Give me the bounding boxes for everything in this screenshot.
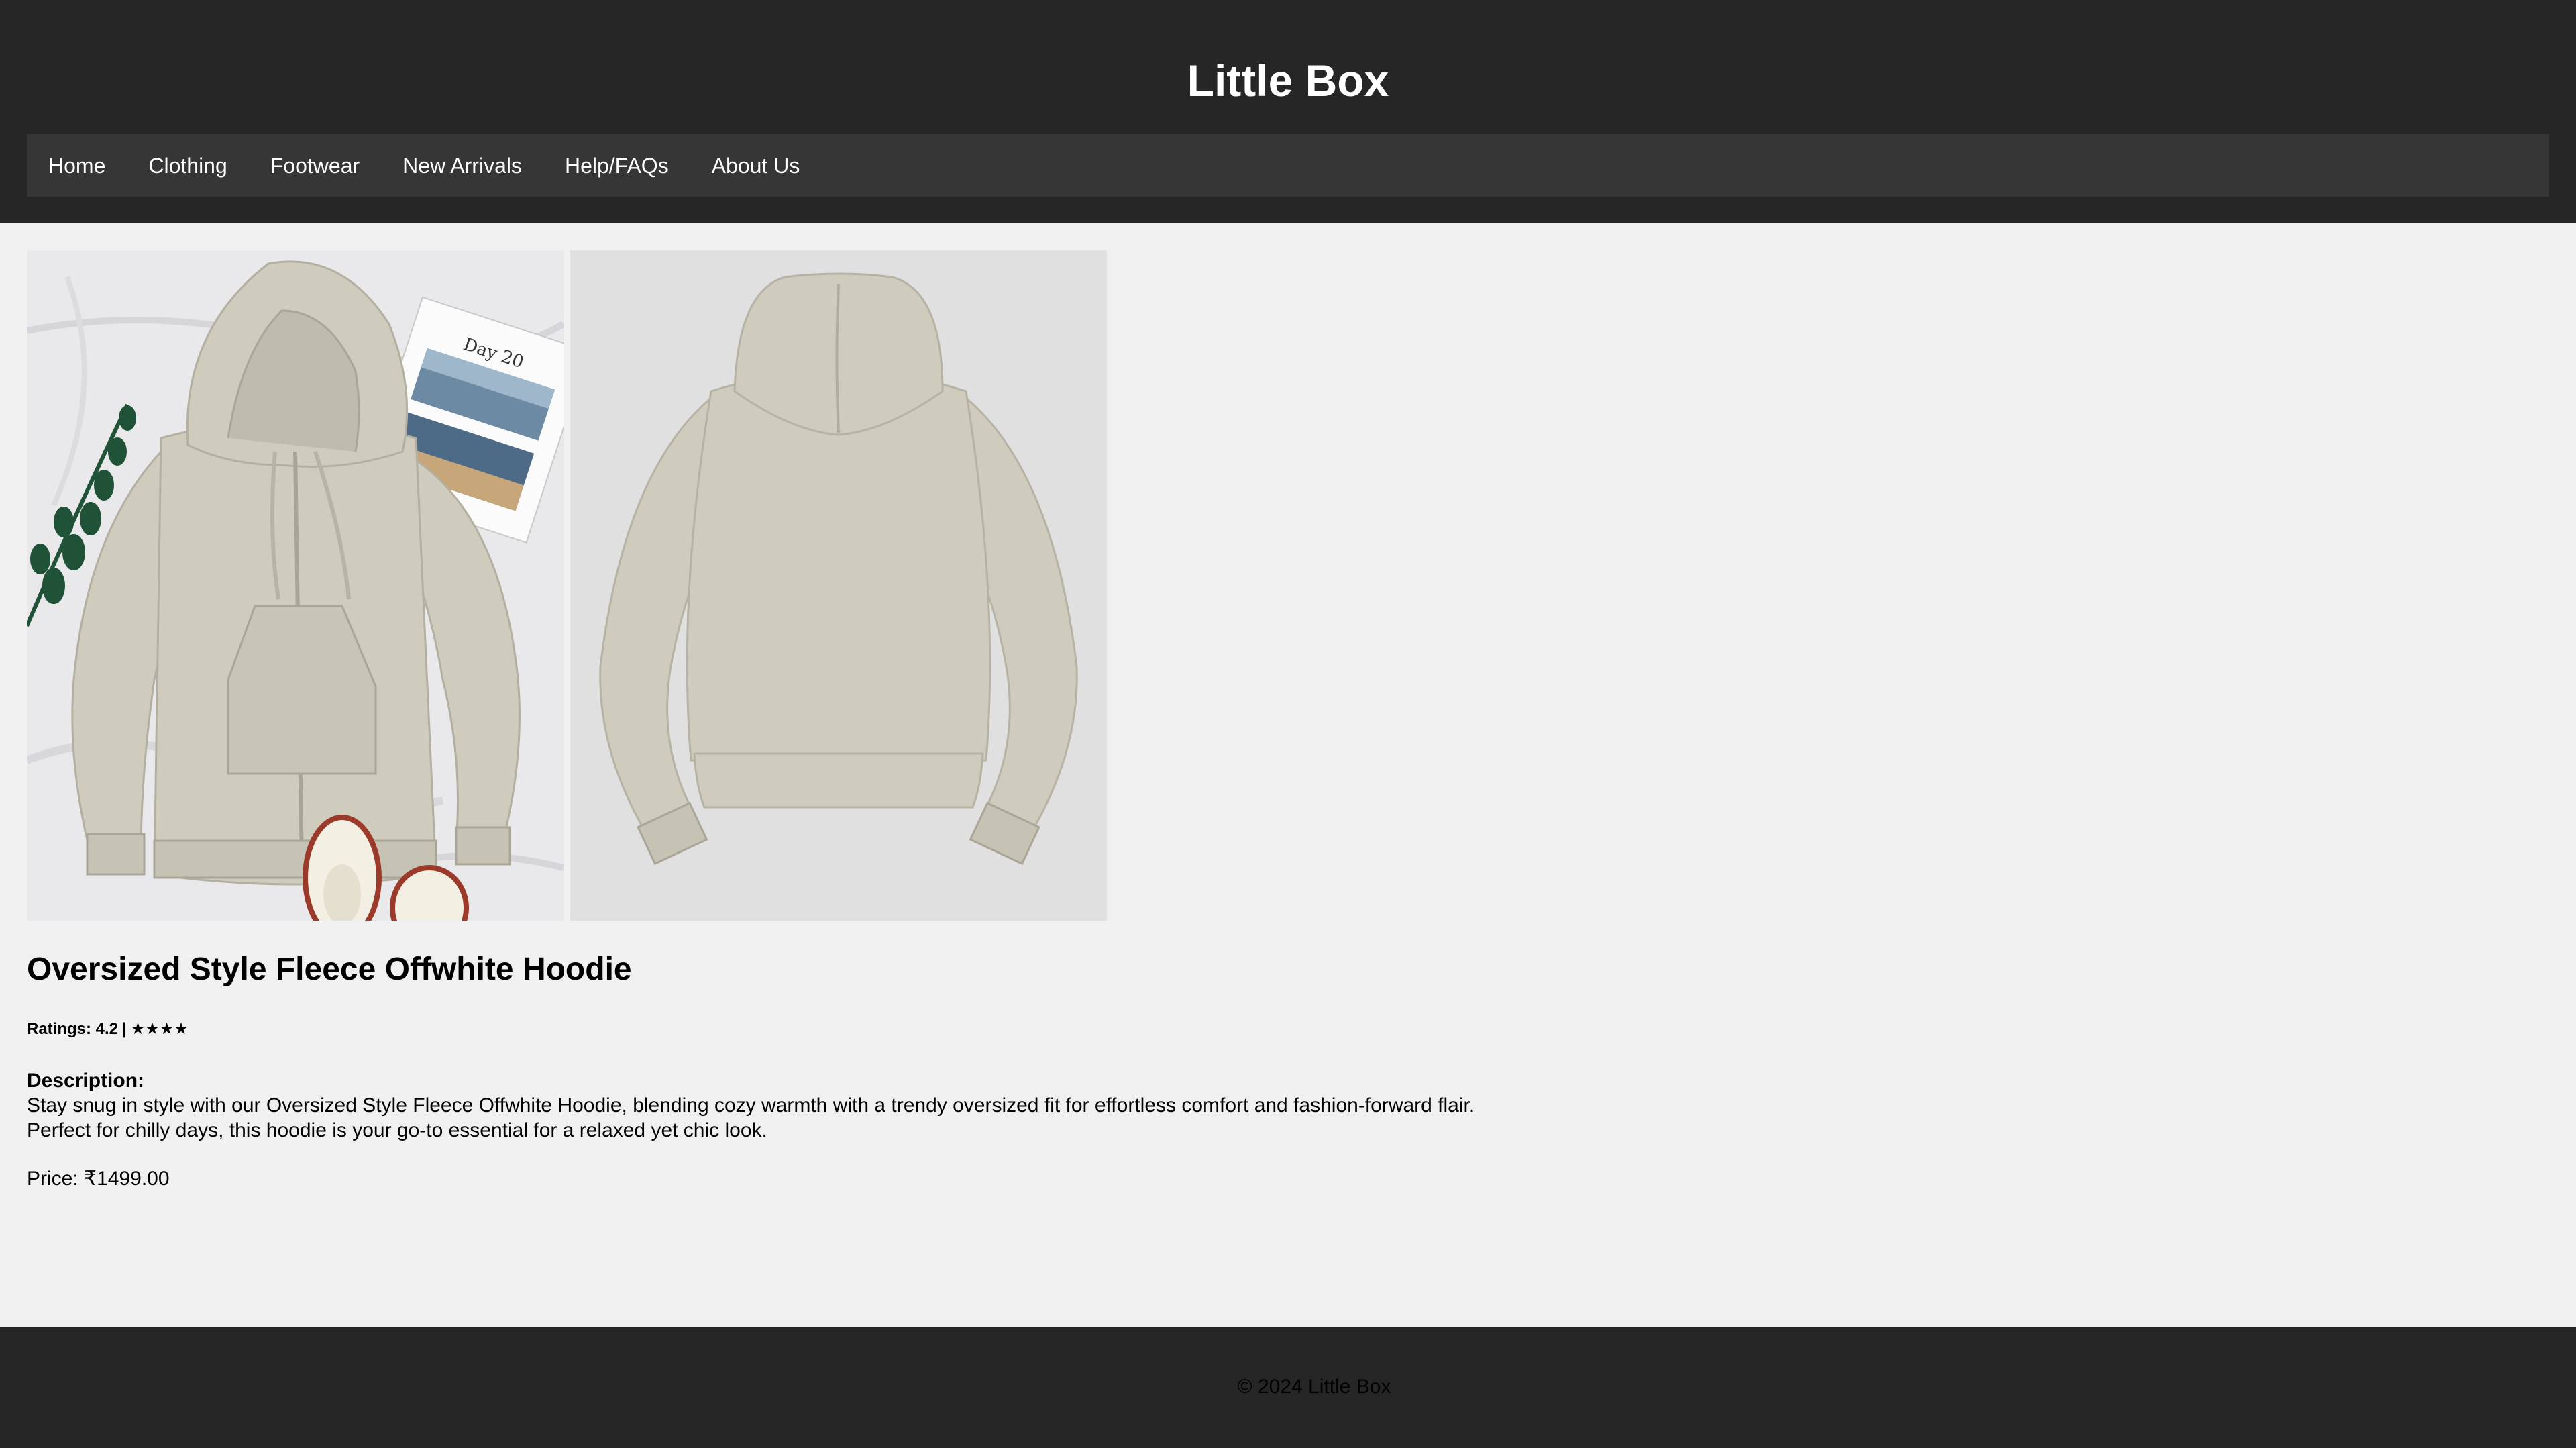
description-text-line1: Stay snug in style with our Oversized St… [27,1094,1475,1117]
nav-item-clothing[interactable]: Clothing [127,152,248,179]
site-title: Little Box [1187,56,1389,105]
hoodie-back-photo[interactable] [570,250,1107,921]
site-header: Little Box Home Clothing Footwear New Ar… [0,0,2576,223]
footer-copyright: © 2024 Little Box [1237,1376,1391,1398]
nav-item-footwear[interactable]: Footwear [249,152,381,179]
product-price: Price: ₹1499.00 [27,1168,170,1190]
product-name: Oversized Style Fleece Offwhite Hoodie [27,951,632,987]
nav-item-new-arrivals[interactable]: New Arrivals [381,152,543,179]
nav-item-about-us[interactable]: About Us [690,152,822,179]
description-heading: Description: [27,1070,145,1092]
ratings-label: Ratings: 4.2 [27,1020,119,1038]
product-gallery: Day 20 [27,250,1107,921]
rating-stars-icon: ★★★★ [130,1020,189,1038]
main-nav: Home Clothing Footwear New Arrivals Help… [27,134,2549,197]
ratings-separator: | [122,1020,127,1038]
nav-item-home[interactable]: Home [27,152,127,179]
nav-item-help-faqs[interactable]: Help/FAQs [543,152,690,179]
product-description: Description: Stay snug in style with our… [27,1068,1704,1143]
description-text-line2: Perfect for chilly days, this hoodie is … [27,1119,767,1141]
hoodie-front-photo[interactable]: Day 20 [27,250,564,921]
product-ratings: Ratings: 4.2 | ★★★★ [27,1019,189,1040]
